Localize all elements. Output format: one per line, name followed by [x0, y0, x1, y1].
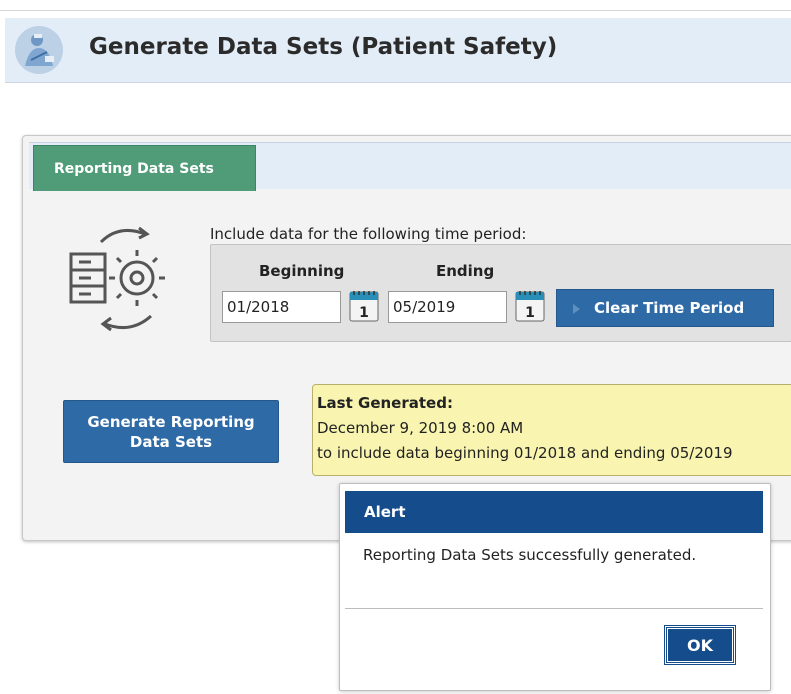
- calendar-icon[interactable]: 1: [348, 289, 380, 323]
- last-generated-note: Last Generated: December 9, 2019 8:00 AM…: [312, 384, 791, 476]
- clear-time-period-button[interactable]: Clear Time Period: [556, 289, 774, 327]
- alert-divider: [345, 608, 763, 609]
- alert-title: Alert: [345, 491, 763, 533]
- tab-reporting-data-sets[interactable]: Reporting Data Sets: [33, 145, 256, 191]
- data-sets-generate-icon: [69, 220, 181, 344]
- last-generated-date: December 9, 2019 8:00 AM: [317, 419, 524, 437]
- calendar-icon[interactable]: 1: [514, 289, 546, 323]
- ok-button[interactable]: OK: [664, 625, 736, 665]
- time-period-box: Beginning Ending 1 1 Clear Time Period: [210, 244, 791, 342]
- alert-message: Reporting Data Sets successfully generat…: [363, 546, 697, 564]
- clear-time-period-label: Clear Time Period: [594, 299, 745, 317]
- page-title: Generate Data Sets (Patient Safety): [89, 34, 558, 60]
- ending-date-input[interactable]: [388, 291, 507, 323]
- beginning-label: Beginning: [259, 262, 345, 280]
- play-arrow-icon: [573, 303, 580, 314]
- time-period-label: Include data for the following time peri…: [210, 225, 527, 243]
- beginning-date-input[interactable]: [222, 291, 341, 323]
- page-header: Generate Data Sets (Patient Safety): [5, 18, 791, 83]
- ending-label: Ending: [436, 262, 495, 280]
- top-divider: [0, 10, 791, 11]
- last-generated-range: to include data beginning 01/2018 and en…: [317, 444, 733, 462]
- svg-text:1: 1: [525, 305, 535, 321]
- svg-text:1: 1: [359, 305, 369, 321]
- patient-safety-logo-icon: [15, 26, 63, 74]
- alert-dialog: Alert Reporting Data Sets successfully g…: [339, 483, 771, 691]
- generate-reporting-data-sets-button[interactable]: Generate Reporting Data Sets: [63, 400, 279, 463]
- data-sets-panel: Reporting Data Sets Include data for the…: [22, 135, 791, 541]
- last-generated-title: Last Generated:: [317, 394, 453, 412]
- tab-strip: Reporting Data Sets: [29, 142, 791, 191]
